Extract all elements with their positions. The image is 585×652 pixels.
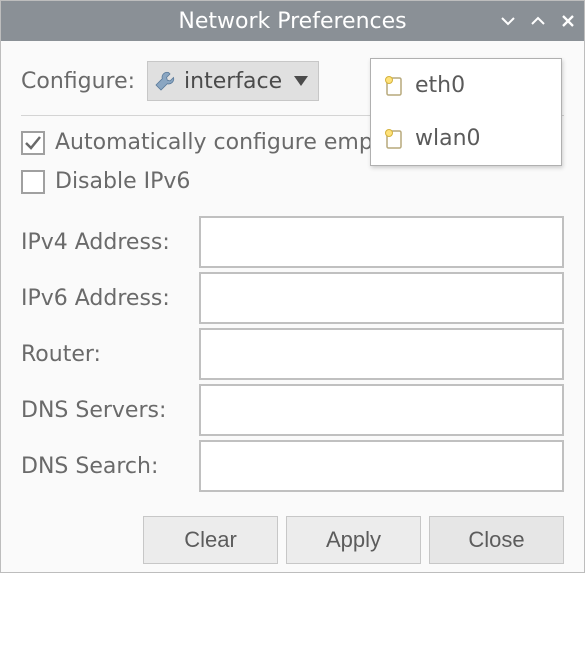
interface-icon	[383, 75, 405, 97]
dns-search-label: DNS Search:	[21, 454, 199, 479]
router-row: Router:	[21, 326, 564, 382]
configure-label: Configure:	[21, 69, 135, 94]
titlebar-controls	[500, 13, 576, 29]
interface-option-eth0[interactable]: eth0	[371, 59, 561, 112]
clear-button[interactable]: Clear	[143, 516, 278, 564]
interface-combo-text: interface	[184, 69, 282, 94]
auto-configure-checkbox[interactable]	[21, 131, 45, 155]
chevron-down-icon	[294, 76, 308, 86]
ipv6-input[interactable]	[199, 272, 564, 324]
close-button[interactable]: Close	[429, 516, 564, 564]
interface-icon	[383, 128, 405, 150]
ipv4-input[interactable]	[199, 216, 564, 268]
button-bar: Clear Apply Close	[21, 508, 564, 564]
ipv4-label: IPv4 Address:	[21, 230, 199, 255]
apply-button[interactable]: Apply	[286, 516, 421, 564]
disable-ipv6-checkbox[interactable]	[21, 170, 45, 194]
window-title: Network Preferences	[178, 9, 406, 34]
interface-option-label: wlan0	[415, 126, 481, 151]
minimize-icon[interactable]	[500, 13, 516, 29]
disable-ipv6-row: Disable IPv6	[21, 169, 564, 194]
ipv6-label: IPv6 Address:	[21, 286, 199, 311]
dns-search-row: DNS Search:	[21, 438, 564, 494]
maximize-icon[interactable]	[530, 13, 546, 29]
address-form: IPv4 Address: IPv6 Address: Router: DNS …	[21, 214, 564, 494]
dns-search-input[interactable]	[199, 440, 564, 492]
interface-dropdown: eth0 wlan0	[370, 58, 562, 166]
dns-servers-row: DNS Servers:	[21, 382, 564, 438]
disable-ipv6-label: Disable IPv6	[55, 169, 190, 194]
dns-servers-input[interactable]	[199, 384, 564, 436]
close-icon[interactable]	[560, 13, 576, 29]
router-input[interactable]	[199, 328, 564, 380]
interface-combo[interactable]: interface	[147, 61, 319, 101]
router-label: Router:	[21, 342, 199, 367]
wrench-icon	[154, 70, 176, 92]
titlebar: Network Preferences	[1, 1, 584, 41]
interface-option-wlan0[interactable]: wlan0	[371, 112, 561, 165]
interface-option-label: eth0	[415, 73, 465, 98]
ipv6-row: IPv6 Address:	[21, 270, 564, 326]
dns-servers-label: DNS Servers:	[21, 398, 199, 423]
ipv4-row: IPv4 Address:	[21, 214, 564, 270]
